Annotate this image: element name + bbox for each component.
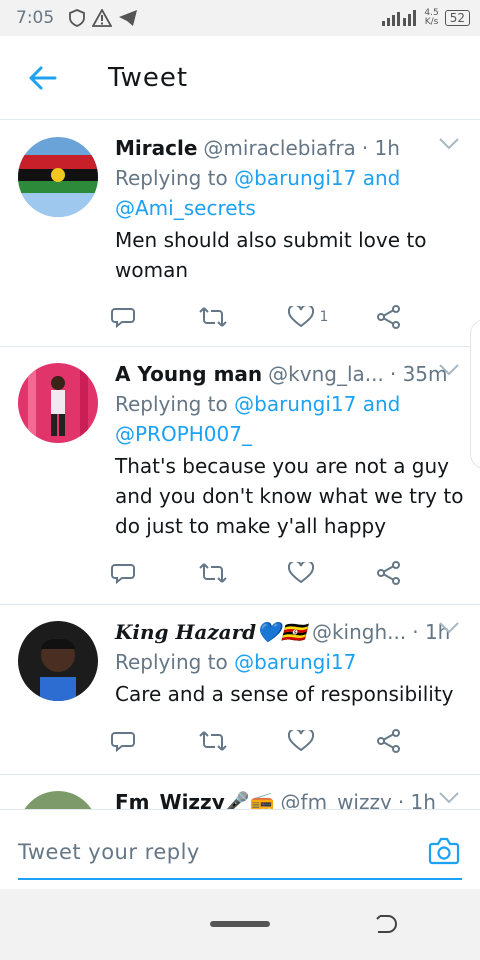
- retweet-button[interactable]: [199, 306, 287, 328]
- tweet-item[interactable]: King Hazard💙🇺🇬 @kingh... · 1h Replying t…: [0, 605, 480, 775]
- reply-icon[interactable]: [111, 562, 135, 584]
- user-handle[interactable]: @kvng_la...: [268, 359, 384, 389]
- avatar[interactable]: [18, 791, 98, 809]
- tweet-item[interactable]: Fm_Wizzy🎤📻 @fm_wizzy · 1h: [0, 775, 480, 809]
- tweet-time: · 1h: [361, 136, 400, 160]
- reply-button[interactable]: [111, 730, 199, 752]
- status-time: 7:05: [16, 8, 55, 28]
- share-icon[interactable]: [376, 561, 402, 585]
- back-button[interactable]: [22, 57, 64, 99]
- tweet-text: Care and a sense of responsibility: [115, 682, 454, 706]
- tweet-time: · 1h: [397, 790, 436, 809]
- replying-to: Replying to @barungi17: [115, 650, 357, 674]
- retweet-icon[interactable]: [199, 730, 227, 752]
- arrow-left-icon[interactable]: [29, 66, 57, 90]
- shield-icon: [69, 9, 86, 27]
- scroll-indicator[interactable]: [470, 319, 480, 469]
- share-icon[interactable]: [376, 305, 402, 329]
- share-button[interactable]: [376, 561, 464, 585]
- chevron-down-icon[interactable]: [438, 621, 460, 635]
- retweet-button[interactable]: [199, 730, 287, 752]
- mention-link[interactable]: @PROPH007_: [115, 422, 252, 446]
- reply-button[interactable]: [111, 562, 199, 584]
- reply-connector[interactable]: and: [363, 166, 401, 190]
- user-handle[interactable]: @kingh...: [312, 617, 406, 647]
- reply-composer: Tweet your reply: [0, 809, 480, 889]
- reply-input[interactable]: Tweet your reply: [18, 834, 462, 880]
- system-nav-bar: [0, 889, 480, 960]
- share-button[interactable]: [376, 305, 464, 329]
- tweet-actions: [111, 541, 464, 605]
- chevron-down-icon[interactable]: [438, 363, 460, 377]
- tweet-text: Men should also submit love to woman: [115, 228, 427, 282]
- user-name[interactable]: A Young man: [115, 359, 262, 389]
- tweet-item[interactable]: A Young man @kvng_la... · 35m Replying t…: [0, 347, 480, 605]
- mention-link[interactable]: @barungi17: [234, 392, 356, 416]
- app-bar: Tweet: [0, 36, 480, 120]
- status-bar: 7:05 4.5 K/s 52: [0, 0, 480, 36]
- heart-icon[interactable]: [287, 306, 314, 328]
- reply-connector[interactable]: and: [363, 392, 401, 416]
- chevron-down-icon[interactable]: [438, 137, 460, 151]
- avatar[interactable]: [18, 621, 98, 701]
- mention-link[interactable]: @barungi17: [234, 650, 356, 674]
- tweet-header: Fm_Wizzy🎤📻 @fm_wizzy · 1h: [115, 787, 464, 809]
- mention-link[interactable]: @barungi17: [234, 166, 356, 190]
- tweet-header: A Young man @kvng_la... · 35m: [115, 359, 464, 389]
- replies-feed[interactable]: Miracle @miraclebiafra · 1h Replying to …: [0, 121, 480, 809]
- battery-indicator: 52: [444, 10, 470, 26]
- replying-to: Replying to @barungi17 and @Ami_secrets: [115, 166, 401, 220]
- avatar[interactable]: [18, 137, 98, 217]
- heart-icon[interactable]: [287, 562, 314, 584]
- tweet-text: That's because you are not a guy and you…: [115, 454, 464, 538]
- reply-icon[interactable]: [111, 306, 135, 328]
- replying-to: Replying to @barungi17 and @PROPH007_: [115, 392, 401, 446]
- like-count: 1: [319, 309, 329, 325]
- page-title: Tweet: [108, 62, 189, 93]
- tweet-actions: [111, 709, 464, 773]
- user-name[interactable]: Fm_Wizzy🎤📻: [115, 787, 275, 809]
- heart-icon[interactable]: [287, 730, 314, 752]
- tweet-item[interactable]: Miracle @miraclebiafra · 1h Replying to …: [0, 121, 480, 347]
- retweet-button[interactable]: [199, 562, 287, 584]
- camera-button[interactable]: [428, 836, 460, 866]
- retweet-icon[interactable]: [199, 306, 227, 328]
- chevron-down-icon[interactable]: [438, 791, 460, 805]
- status-right: 4.5 K/s 52: [382, 9, 470, 27]
- tweet-header: King Hazard💙🇺🇬 @kingh... · 1h: [115, 617, 464, 647]
- like-button[interactable]: [287, 730, 376, 752]
- user-name[interactable]: Miracle: [115, 133, 197, 163]
- warning-icon: [92, 9, 113, 27]
- telegram-icon: [119, 10, 138, 26]
- network-speed: 4.5 K/s: [424, 8, 439, 27]
- like-button[interactable]: [287, 562, 376, 584]
- tweet-actions: 1: [111, 285, 464, 349]
- user-handle[interactable]: @miraclebiafra: [203, 133, 355, 163]
- tweet-header: Miracle @miraclebiafra · 1h: [115, 133, 464, 163]
- reply-button[interactable]: [111, 306, 199, 328]
- system-back-icon[interactable]: [374, 913, 398, 935]
- share-icon[interactable]: [376, 729, 402, 753]
- status-icons: [68, 9, 138, 27]
- camera-icon[interactable]: [428, 836, 460, 866]
- retweet-icon[interactable]: [199, 562, 227, 584]
- home-gesture-bar[interactable]: [210, 921, 270, 927]
- share-button[interactable]: [376, 729, 464, 753]
- mention-link[interactable]: @Ami_secrets: [115, 196, 256, 220]
- reply-icon[interactable]: [111, 730, 135, 752]
- signal-icon: [382, 10, 417, 26]
- user-name[interactable]: King Hazard💙🇺🇬: [115, 617, 306, 647]
- user-handle[interactable]: @fm_wizzy: [281, 787, 392, 809]
- like-button[interactable]: 1: [287, 306, 376, 328]
- avatar[interactable]: [18, 363, 98, 443]
